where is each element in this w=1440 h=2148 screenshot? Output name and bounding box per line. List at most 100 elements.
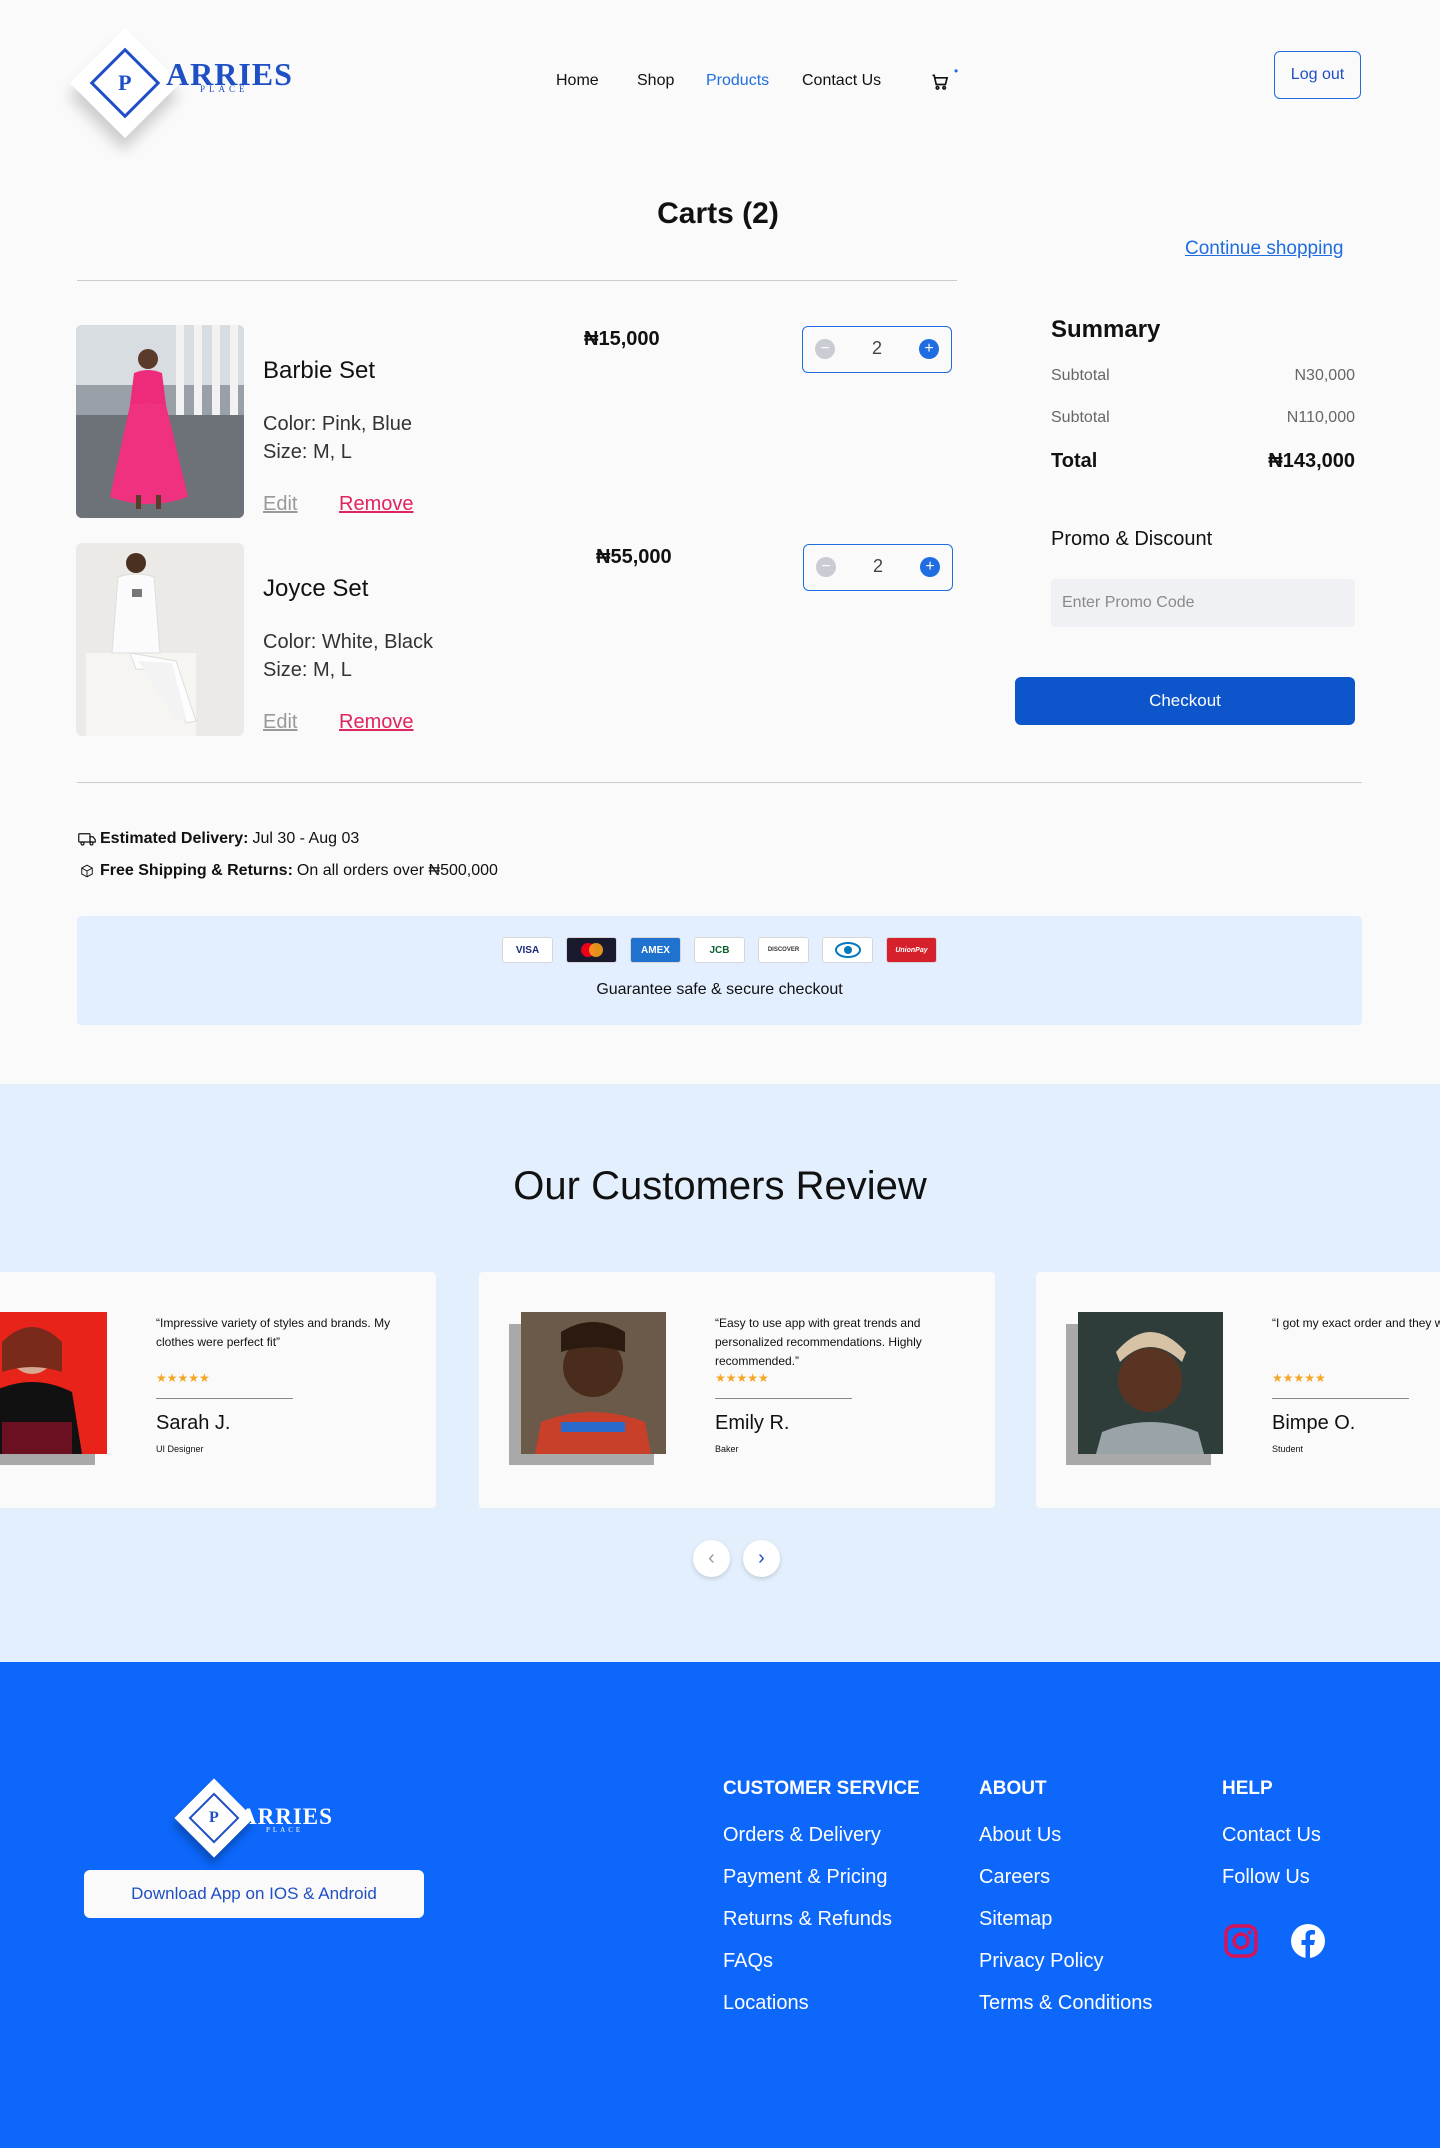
column-title: CUSTOMER SERVICE <box>723 1778 920 1799</box>
reviewer-photo <box>0 1312 107 1454</box>
reviewer-role: Baker <box>715 1444 739 1454</box>
logo-mark: P <box>69 27 181 139</box>
nav-products[interactable]: Products <box>706 72 769 90</box>
plus-icon[interactable]: + <box>919 339 939 359</box>
delivery-label: Estimated Delivery: <box>100 830 249 847</box>
continue-shopping-link[interactable]: Continue shopping <box>1185 238 1343 260</box>
column-title: HELP <box>1222 1778 1273 1799</box>
footer-link[interactable]: Sitemap <box>979 1908 1152 1931</box>
review-card: “I got my exact order and they were perf… <box>1036 1272 1440 1508</box>
review-card: “Impressive variety of styles and brands… <box>0 1272 436 1508</box>
discover-card-icon: DISCOVER <box>758 937 809 963</box>
shipping-label: Free Shipping & Returns: <box>100 862 293 879</box>
cart-icon[interactable] <box>930 72 950 92</box>
product-image[interactable] <box>76 543 244 736</box>
divider <box>715 1398 852 1399</box>
product-name: Barbie Set <box>263 357 376 384</box>
summary-row-value: N110,000 <box>1286 409 1355 426</box>
amex-card-icon: AMEX <box>630 937 681 963</box>
promo-code-input[interactable] <box>1051 579 1355 627</box>
reviews-title: Our Customers Review <box>513 1164 927 1208</box>
edit-link[interactable]: Edit <box>263 493 297 516</box>
product-price: ₦15,000 <box>584 328 660 350</box>
nav-home[interactable]: Home <box>556 72 599 90</box>
summary-title: Summary <box>1051 316 1161 343</box>
nav-shop[interactable]: Shop <box>637 72 674 90</box>
visa-card-icon: VISA <box>502 937 553 963</box>
logo-subtext: PLACE <box>266 1826 304 1834</box>
remove-link[interactable]: Remove <box>339 711 413 734</box>
footer-link[interactable]: Terms & Conditions <box>979 1992 1152 2015</box>
quantity-stepper: − 2 + <box>803 544 953 591</box>
footer-link[interactable]: Follow Us <box>1222 1866 1321 1889</box>
truck-icon <box>78 833 96 846</box>
product-price: ₦55,000 <box>596 546 672 568</box>
star-rating: ★★★★★ <box>1272 1371 1326 1385</box>
footer-link[interactable]: FAQs <box>723 1950 920 1973</box>
star-rating: ★★★★★ <box>156 1371 210 1385</box>
divider <box>156 1398 293 1399</box>
chevron-right-icon[interactable]: › <box>743 1540 780 1577</box>
delivery-value: Jul 30 - Aug 03 <box>252 830 360 847</box>
footer-link[interactable]: About Us <box>979 1824 1152 1847</box>
quantity-stepper: − 2 + <box>802 326 952 373</box>
footer-link[interactable]: Privacy Policy <box>979 1950 1152 1973</box>
product-size: Size: M, L <box>263 441 352 463</box>
remove-link[interactable]: Remove <box>339 493 413 516</box>
chevron-left-icon[interactable]: ‹ <box>693 1540 730 1577</box>
footer-link[interactable]: Payment & Pricing <box>723 1866 920 1889</box>
secure-checkout-box: VISA AMEX JCB DISCOVER UnionPay Guarante… <box>77 916 1362 1025</box>
review-quote: “Impressive variety of styles and brands… <box>156 1316 391 1349</box>
cart-item: Barbie Set Color: Pink, Blue Size: M, L … <box>76 325 956 520</box>
footer-link[interactable]: Returns & Refunds <box>723 1908 920 1931</box>
reviewer-photo <box>521 1312 666 1454</box>
footer-link[interactable]: Orders & Delivery <box>723 1824 920 1847</box>
review-quote: “I got my exact order and they were perf… <box>1272 1316 1440 1330</box>
summary-row-label: Subtotal <box>1051 367 1110 384</box>
divider <box>77 280 957 281</box>
footer-link[interactable]: Locations <box>723 1992 920 2015</box>
product-name: Joyce Set <box>263 575 369 602</box>
download-app-button[interactable]: Download App on IOS & Android <box>84 1870 424 1918</box>
facebook-icon[interactable] <box>1289 1922 1326 1959</box>
free-shipping: Free Shipping & Returns: On all orders o… <box>78 862 498 880</box>
secure-checkout-text: Guarantee safe & secure checkout <box>596 981 843 998</box>
plus-icon[interactable]: + <box>920 557 940 577</box>
edit-link[interactable]: Edit <box>263 711 297 734</box>
summary-row: Subtotal N30,000 <box>1051 367 1355 385</box>
review-quote: “Easy to use app with great trends and p… <box>715 1316 922 1368</box>
reviewer-role: Student <box>1272 1444 1304 1454</box>
cart-item: Joyce Set Color: White, Black Size: M, L… <box>76 543 956 738</box>
footer-link[interactable]: Contact Us <box>1222 1824 1321 1847</box>
site-footer: P ARRIES PLACE Download App on IOS & And… <box>0 1662 1440 2148</box>
nav-contact[interactable]: Contact Us <box>802 72 881 90</box>
product-color: Color: Pink, Blue <box>263 413 412 435</box>
social-links <box>1222 1922 1326 1959</box>
payment-cards: VISA AMEX JCB DISCOVER UnionPay <box>77 937 1362 963</box>
reviewer-photo <box>1078 1312 1223 1454</box>
reviewer-name: Bimpe O. <box>1272 1412 1356 1434</box>
brand-logo[interactable]: P ARRIES PLACE <box>69 27 298 146</box>
reviews-section: Our Customers Review “Impressive variety… <box>0 1084 1440 1662</box>
cart-badge: • <box>954 64 959 78</box>
summary-row-value: N30,000 <box>1294 367 1356 384</box>
summary-total: Total ₦143,000 <box>1051 450 1355 473</box>
about-column: ABOUT About Us Careers Sitemap Privacy P… <box>979 1778 1152 2034</box>
mastercard-icon <box>566 937 617 963</box>
product-image[interactable] <box>76 325 244 518</box>
jcb-card-icon: JCB <box>694 937 745 963</box>
reviewer-name: Sarah J. <box>156 1412 231 1434</box>
footer-logo[interactable]: P ARRIES PLACE <box>174 1778 374 1862</box>
instagram-icon[interactable] <box>1222 1922 1259 1959</box>
divider <box>1272 1398 1409 1399</box>
column-title: ABOUT <box>979 1778 1047 1799</box>
unionpay-card-icon: UnionPay <box>886 937 937 963</box>
reviewer-name: Emily R. <box>715 1412 790 1434</box>
site-header: P ARRIES PLACE Home Shop Products Contac… <box>0 0 1440 160</box>
logout-button[interactable]: Log out <box>1274 51 1361 99</box>
total-label: Total <box>1051 450 1098 472</box>
star-rating: ★★★★★ <box>715 1371 769 1385</box>
checkout-button[interactable]: Checkout <box>1015 677 1355 725</box>
footer-link[interactable]: Careers <box>979 1866 1152 1889</box>
review-card: “Easy to use app with great trends and p… <box>479 1272 995 1508</box>
